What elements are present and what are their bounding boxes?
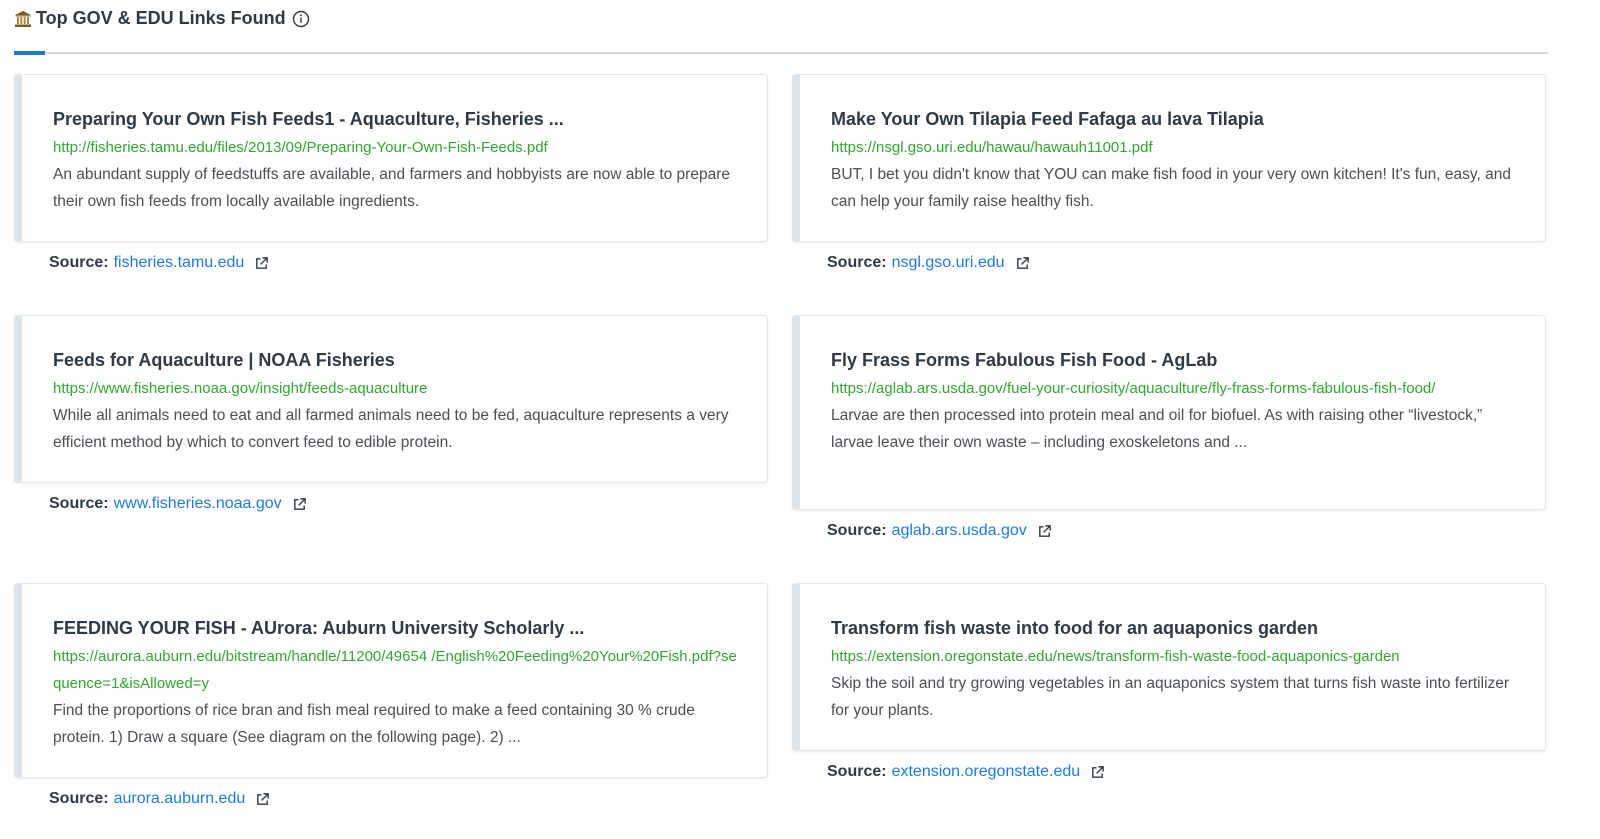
source-link[interactable]: nsgl.gso.uri.edu [892, 254, 1005, 272]
info-icon[interactable] [292, 10, 310, 28]
result-card: Preparing Your Own Fish Feeds1 - Aquacul… [14, 74, 768, 242]
result-url[interactable]: http://fisheries.tamu.edu/files/2013/09/… [53, 134, 737, 161]
result-source: Source: nsgl.gso.uri.edu [827, 254, 1030, 272]
result-title[interactable]: Preparing Your Own Fish Feeds1 - Aquacul… [53, 107, 737, 131]
result-source: Source: extension.oregonstate.edu [827, 763, 1105, 781]
source-label: Source: [49, 254, 109, 271]
tab-divider [14, 52, 1548, 54]
result-card: Fly Frass Forms Fabulous Fish Food - AgL… [792, 315, 1546, 510]
result-url[interactable]: https://aglab.ars.usda.gov/fuel-your-cur… [831, 375, 1515, 402]
result-source: Source: aurora.auburn.edu [49, 790, 270, 808]
external-link-icon[interactable] [1090, 765, 1105, 780]
bank-icon [15, 10, 31, 27]
result-snippet: Skip the soil and try growing vegetables… [831, 675, 1510, 719]
result-snippet: While all animals need to eat and all fa… [53, 407, 729, 451]
active-tab-indicator [14, 51, 45, 55]
external-link-icon[interactable] [292, 497, 307, 512]
result-source: Source: fisheries.tamu.edu [49, 254, 269, 272]
source-label: Source: [49, 495, 109, 512]
source-link[interactable]: www.fisheries.noaa.gov [114, 495, 282, 513]
source-link[interactable]: aglab.ars.usda.gov [892, 522, 1027, 540]
section-title: Top GOV & EDU Links Found [36, 8, 286, 28]
result-title[interactable]: Fly Frass Forms Fabulous Fish Food - AgL… [831, 348, 1515, 372]
result-url[interactable]: https://www.fisheries.noaa.gov/insight/f… [53, 375, 737, 402]
source-label: Source: [827, 522, 887, 539]
result-card: Make Your Own Tilapia Feed Fafaga au lav… [792, 74, 1546, 242]
source-link[interactable]: aurora.auburn.edu [114, 790, 246, 808]
external-link-icon[interactable] [254, 256, 269, 271]
result-title[interactable]: FEEDING YOUR FISH - AUrora: Auburn Unive… [53, 616, 737, 640]
result-snippet: Larvae are then processed into protein m… [831, 407, 1483, 451]
result-title[interactable]: Make Your Own Tilapia Feed Fafaga au lav… [831, 107, 1515, 131]
result-source: Source: www.fisheries.noaa.gov [49, 495, 307, 513]
result-source: Source: aglab.ars.usda.gov [827, 522, 1052, 540]
source-label: Source: [827, 254, 887, 271]
external-link-icon[interactable] [1015, 256, 1030, 271]
source-link[interactable]: extension.oregonstate.edu [892, 763, 1081, 781]
source-label: Source: [827, 763, 887, 780]
source-link[interactable]: fisheries.tamu.edu [114, 254, 245, 272]
result-snippet: Find the proportions of rice bran and fi… [53, 702, 695, 746]
source-label: Source: [49, 790, 109, 807]
result-url[interactable]: https://aurora.auburn.edu/bitstream/hand… [53, 643, 737, 697]
result-snippet: BUT, I bet you didn't know that YOU can … [831, 166, 1511, 210]
section-header: Top GOV & EDU Links Found [14, 8, 310, 29]
external-link-icon[interactable] [1037, 524, 1052, 539]
result-card: Transform fish waste into food for an aq… [792, 583, 1546, 751]
result-url[interactable]: https://nsgl.gso.uri.edu/hawau/hawauh110… [831, 134, 1515, 161]
result-title[interactable]: Feeds for Aquaculture | NOAA Fisheries [53, 348, 737, 372]
result-url[interactable]: https://extension.oregonstate.edu/news/t… [831, 643, 1515, 670]
result-snippet: An abundant supply of feedstuffs are ava… [53, 166, 730, 210]
result-card: Feeds for Aquaculture | NOAA Fisheries h… [14, 315, 768, 483]
result-title[interactable]: Transform fish waste into food for an aq… [831, 616, 1515, 640]
result-card: FEEDING YOUR FISH - AUrora: Auburn Unive… [14, 583, 768, 778]
external-link-icon[interactable] [255, 792, 270, 807]
